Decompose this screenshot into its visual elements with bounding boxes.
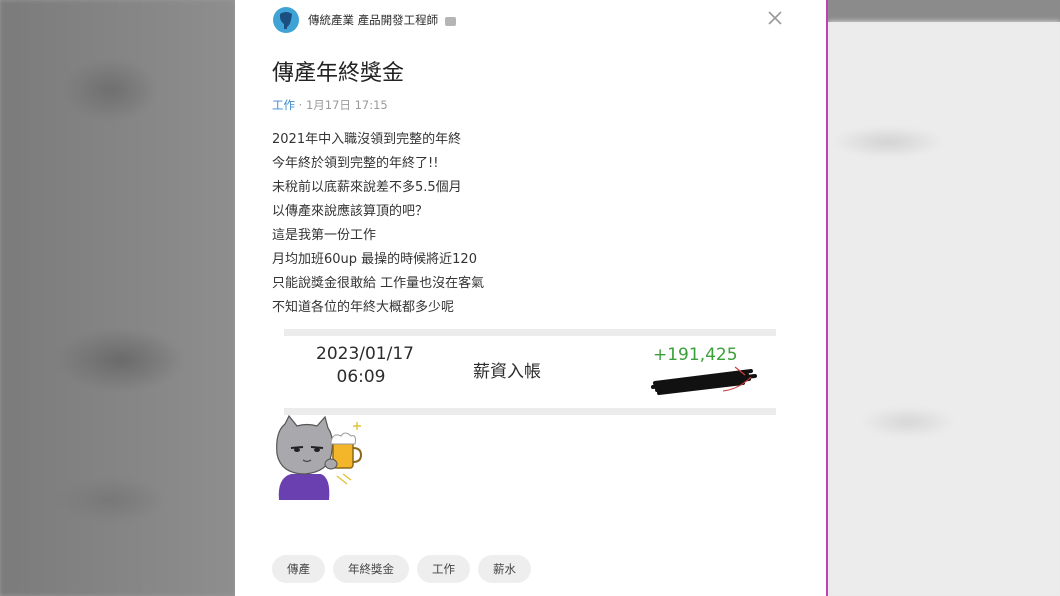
body-line: 只能說獎金很敢給 工作量也沒在客氣 — [272, 276, 485, 291]
close-icon[interactable] — [766, 9, 784, 27]
post-meta: 工作 · 1月17日 17:15 — [272, 97, 388, 113]
tag-chip[interactable]: 工作 — [417, 555, 470, 583]
body-line: 月均加班60up 最操的時候將近120 — [272, 252, 477, 267]
anonymous-avatar-icon[interactable] — [273, 7, 299, 33]
body-line: 以傳產來說應該算頂的吧？ — [272, 204, 429, 219]
tag-chip[interactable]: 傳產 — [272, 555, 325, 583]
post-modal: 傳統產業 產品開發工程師 傳產年終獎金 工作 · 1月17日 17:15 202… — [235, 0, 826, 596]
author-row[interactable]: 傳統產業 產品開發工程師 — [273, 7, 457, 33]
bank-record-amount: +191,425 — [653, 345, 738, 365]
bank-record-datetime: 2023/01/17 06:09 — [316, 343, 414, 389]
author-name[interactable]: 傳統產業 產品開發工程師 — [308, 12, 438, 28]
category-link[interactable]: 工作 — [272, 98, 295, 112]
bank-record-label: 薪資入帳 — [473, 362, 541, 382]
cat-beer-sticker[interactable] — [271, 414, 367, 500]
post-timestamp: 1月17日 17:15 — [305, 98, 388, 112]
blurred-background-left — [0, 0, 235, 596]
bank-record-image[interactable]: 2023/01/17 06:09 薪資入帳 +191,425 — [284, 329, 776, 415]
redaction-scribble — [651, 366, 757, 395]
blurred-background-right — [828, 0, 1060, 596]
body-line: 不知道各位的年終大概都多少呢 — [272, 300, 455, 315]
panel-edge — [826, 0, 828, 596]
meta-separator: · — [298, 98, 303, 112]
tag-chip[interactable]: 薪水 — [478, 555, 531, 583]
body-line: 這是我第一份工作 — [272, 228, 377, 243]
tag-list: 傳產 年終獎金 工作 薪水 — [272, 555, 531, 583]
body-line: 今年終於領到完整的年終了!! — [272, 156, 439, 171]
tag-chip[interactable]: 年終獎金 — [333, 555, 409, 583]
bank-record-time: 06:09 — [336, 367, 386, 387]
body-line: 2021年中入職沒領到完整的年終 — [272, 132, 462, 147]
body-line: 未稅前以底薪來說差不多5.5個月 — [272, 180, 462, 195]
post-body: 2021年中入職沒領到完整的年終 今年終於領到完整的年終了!! 未稅前以底薪來說… — [272, 128, 484, 320]
post-title: 傳產年終獎金 — [272, 61, 405, 86]
bank-record-date: 2023/01/17 — [316, 344, 414, 364]
verified-badge-icon — [445, 16, 457, 26]
